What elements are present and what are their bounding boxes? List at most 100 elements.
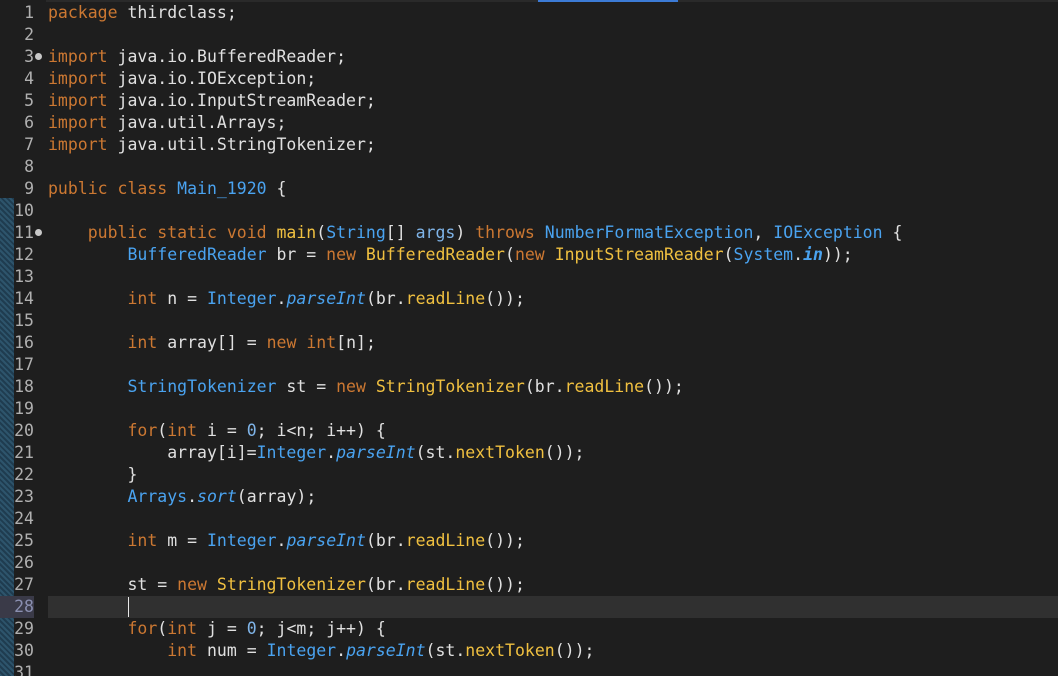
code-token: for — [127, 619, 158, 638]
code-token: new — [266, 333, 297, 352]
code-token: (st. — [415, 443, 456, 462]
code-token: readLine — [405, 289, 486, 308]
code-token: int — [127, 531, 158, 550]
code-token: , — [753, 223, 774, 242]
code-line[interactable]: array[i]=Integer.parseInt(st.nextToken()… — [48, 442, 585, 464]
code-token: import — [48, 113, 108, 132]
line-number: 22 — [14, 465, 34, 484]
code-line[interactable]: import java.io.IOException; — [48, 68, 316, 90]
code-line[interactable]: public class Main_1920 { — [48, 178, 286, 200]
code-token: . — [793, 245, 804, 264]
code-token: 0 — [246, 421, 257, 440]
code-line[interactable]: } — [48, 464, 137, 486]
code-token: java.util.StringTokenizer; — [107, 135, 376, 154]
code-line[interactable]: BufferedReader br = new BufferedReader(n… — [48, 244, 852, 266]
code-editor[interactable]: 1 package thirdclass; 2 3 import java.io.Buf… — [0, 0, 1058, 676]
code-token: st = — [48, 575, 178, 594]
code-line[interactable]: Arrays.sort(array); — [48, 486, 316, 508]
code-token: st = — [276, 377, 337, 396]
code-token: i = — [197, 421, 247, 440]
code-token: throws — [475, 223, 535, 242]
code-token: [n]; — [336, 333, 376, 352]
code-token: . — [326, 443, 337, 462]
code-line[interactable]: import java.io.BufferedReader; — [48, 46, 346, 68]
code-token: parseInt — [286, 289, 366, 308]
code-token: java.io.BufferedReader; — [107, 47, 347, 66]
code-token: n = — [157, 289, 207, 308]
code-line[interactable]: for(int j = 0; j<m; j++) { — [48, 618, 386, 640]
line-number: 7 — [24, 135, 34, 154]
line-number: 25 — [14, 531, 34, 550]
code-token: package — [48, 3, 118, 22]
code-token: Main_1920 — [177, 179, 267, 198]
code-line[interactable]: int m = Integer.parseInt(br.readLine()); — [48, 530, 525, 552]
code-token: Arrays — [127, 487, 188, 506]
line-number: 14 — [14, 289, 34, 308]
code-token: for — [127, 421, 158, 440]
code-token: StringTokenizer — [375, 377, 525, 396]
code-line[interactable]: int array[] = new int[n]; — [48, 332, 376, 354]
code-token: ( — [157, 421, 168, 440]
code-token: . — [336, 641, 347, 660]
code-token: { — [882, 223, 903, 242]
code-token: m = — [157, 531, 207, 550]
code-token: int — [127, 289, 158, 308]
code-token: new — [326, 245, 356, 264]
code-token: java.io.InputStreamReader; — [107, 91, 376, 110]
code-token: } — [48, 465, 138, 484]
line-number: 6 — [24, 113, 34, 132]
code-token: int — [127, 333, 158, 352]
code-token: import — [48, 91, 108, 110]
code-token: java.util.Arrays; — [107, 113, 287, 132]
fold-toggle-icon[interactable] — [35, 53, 42, 60]
code-token: ()); — [485, 531, 525, 550]
code-token: ()); — [644, 377, 684, 396]
line-number: 5 — [24, 91, 34, 110]
line-number: 1 — [24, 3, 34, 22]
line-number: 19 — [14, 399, 34, 418]
code-token: int — [167, 619, 198, 638]
line-number: 11 — [14, 223, 34, 242]
code-line[interactable]: import java.util.Arrays; — [48, 112, 286, 134]
code-token: int — [167, 641, 198, 660]
line-number: 9 — [24, 179, 34, 198]
line-number: 17 — [14, 355, 34, 374]
code-token: (br. — [365, 289, 406, 308]
line-number: 18 — [14, 377, 34, 396]
fold-toggle-icon[interactable] — [35, 229, 42, 236]
code-token: br = — [266, 245, 327, 264]
code-line[interactable]: st = new StringTokenizer(br.readLine()); — [48, 574, 524, 596]
code-line[interactable]: import java.io.InputStreamReader; — [48, 90, 376, 112]
code-token: ()); — [544, 443, 585, 462]
code-line[interactable]: for(int i = 0; i<n; i++) { — [48, 420, 385, 442]
code-line[interactable]: StringTokenizer st = new StringTokenizer… — [48, 376, 684, 398]
line-number: 21 — [14, 443, 34, 462]
code-token: NumberFormatException — [544, 223, 754, 242]
text-caret — [128, 597, 130, 617]
code-token: ; j<m; j++) { — [256, 619, 386, 638]
code-token: . — [187, 487, 198, 506]
code-token: num = — [197, 641, 267, 660]
code-line[interactable]: package thirdclass; — [48, 2, 237, 24]
line-number: 12 — [14, 245, 34, 264]
code-line[interactable]: import java.util.StringTokenizer; — [48, 134, 376, 156]
line-number: 16 — [14, 333, 34, 352]
code-token: import — [48, 47, 108, 66]
code-token: public static void — [87, 223, 267, 242]
code-line[interactable]: int num = Integer.parseInt(st.nextToken(… — [48, 640, 594, 662]
code-token: (br. — [365, 531, 406, 550]
code-line[interactable]: public static void main(String[] args) t… — [48, 222, 903, 244]
code-line[interactable]: int n = Integer.parseInt(br.readLine()); — [48, 288, 524, 310]
code-token: java.io.IOException; — [107, 69, 317, 88]
code-token: args — [415, 223, 456, 242]
